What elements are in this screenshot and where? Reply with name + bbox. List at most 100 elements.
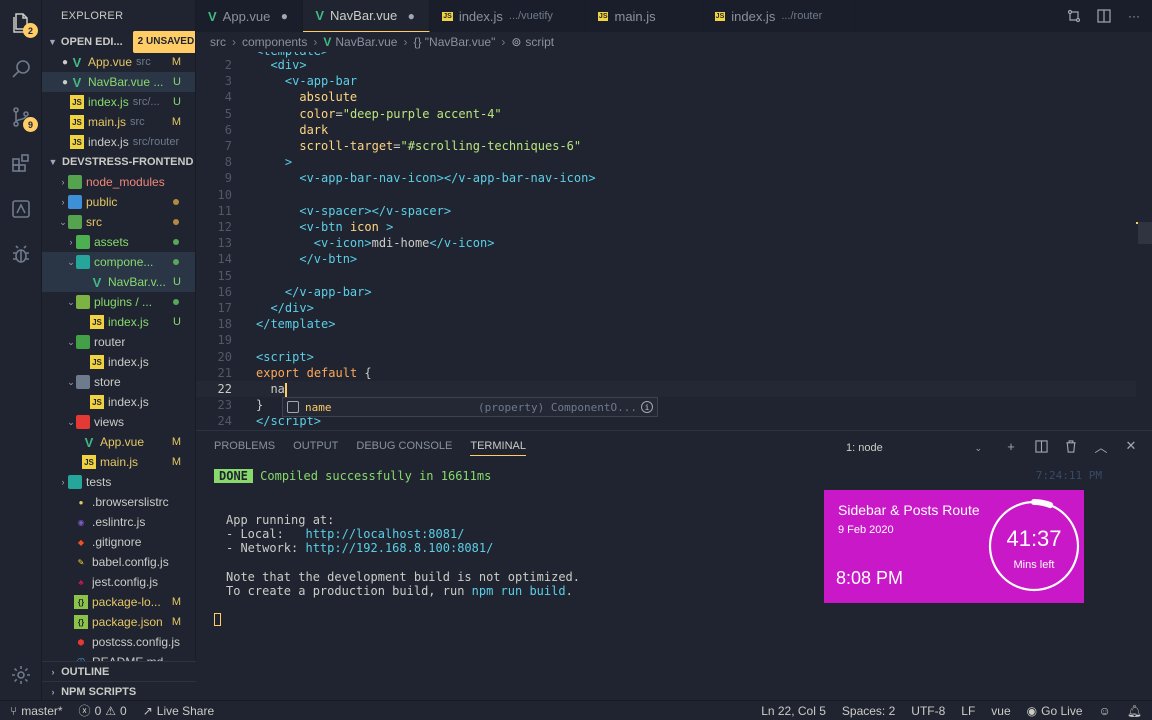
open-editor-path: src/... bbox=[132, 96, 160, 108]
tree-item[interactable]: ◆ .gitignore bbox=[42, 532, 195, 552]
npm-scripts-section[interactable]: › NPM SCRIPTS bbox=[42, 681, 196, 701]
code-editor[interactable]: <template> 2 <div>3 <v-app-bar4 absolute… bbox=[196, 52, 1152, 430]
notifications-bell-icon[interactable]: 🔔︎ bbox=[1119, 704, 1152, 718]
open-editor-item[interactable]: JS index.js src/router bbox=[42, 132, 195, 152]
new-terminal-icon[interactable]: + bbox=[1004, 439, 1018, 454]
scrollbar-thumb[interactable] bbox=[1138, 222, 1152, 244]
branch-status[interactable]: ⑂ master* bbox=[0, 704, 71, 718]
feedback-icon[interactable]: ☺ bbox=[1091, 704, 1119, 718]
tab-problems[interactable]: PROBLEMS bbox=[214, 440, 275, 456]
remote-explorer-icon[interactable] bbox=[8, 196, 34, 222]
tab-label: index.js bbox=[731, 8, 776, 24]
tab-debug-console[interactable]: DEBUG CONSOLE bbox=[356, 440, 452, 456]
extensions-icon[interactable] bbox=[8, 150, 34, 176]
unsaved-dot-icon[interactable]: ● bbox=[276, 9, 292, 23]
more-actions-icon[interactable]: ··· bbox=[1126, 8, 1142, 24]
tree-item-name: package.json bbox=[92, 615, 163, 629]
tab-app-vue[interactable]: V App.vue ● bbox=[196, 0, 304, 32]
open-editor-item[interactable]: JS main.js src M bbox=[42, 112, 195, 132]
info-icon[interactable]: i bbox=[641, 401, 653, 413]
tree-item[interactable]: › assets bbox=[42, 232, 195, 252]
tree-item[interactable]: V App.vue M bbox=[42, 432, 195, 452]
debug-icon[interactable] bbox=[8, 242, 34, 268]
folder-icon bbox=[68, 475, 82, 489]
tree-item[interactable]: ◉ .eslintrc.js bbox=[42, 512, 195, 532]
breadcrumb: src › components › V NavBar.vue › {} "NavBar.vu… bbox=[196, 32, 1152, 52]
tree-item[interactable]: ⌄ plugins / ... bbox=[42, 292, 195, 312]
project-header[interactable]: ▼ DEVSTRESS-FRONTEND bbox=[42, 152, 195, 172]
breadcrumb-item[interactable]: src bbox=[210, 35, 226, 49]
tab-terminal[interactable]: TERMINAL bbox=[470, 440, 526, 456]
autocomplete-suggestion[interactable]: name (property) ComponentO... i bbox=[282, 397, 658, 417]
line-ending[interactable]: LF bbox=[953, 704, 983, 718]
split-editor-icon[interactable] bbox=[1096, 8, 1112, 24]
tab-main-js[interactable]: JS main.js bbox=[586, 0, 703, 32]
tree-item[interactable]: V NavBar.v... U bbox=[42, 272, 195, 292]
explorer-icon[interactable]: 2 bbox=[8, 10, 38, 38]
tab-navbar-vue[interactable]: V NavBar.vue ● bbox=[303, 0, 431, 32]
breadcrumb-item[interactable]: NavBar.vue bbox=[335, 35, 397, 49]
tab-output[interactable]: OUTPUT bbox=[293, 440, 338, 456]
tab-index-js-router[interactable]: JS index.js .../router bbox=[703, 0, 856, 32]
open-editor-item[interactable]: ● V App.vue src M bbox=[42, 52, 195, 72]
open-editor-item[interactable]: JS index.js src/... U bbox=[42, 92, 195, 112]
chevron-down-icon: ⌄ bbox=[974, 442, 982, 453]
tree-item[interactable]: {} package-lo... M bbox=[42, 592, 195, 612]
maximize-panel-icon[interactable]: ︿ bbox=[1094, 439, 1108, 455]
network-url-link[interactable]: http://192.168.8.100:8081/ bbox=[305, 541, 493, 555]
terminal-select[interactable]: 1: node ⌄ bbox=[842, 439, 986, 457]
breadcrumb-item[interactable]: {} "NavBar.vue" bbox=[413, 35, 495, 49]
tree-item-name: src bbox=[86, 215, 102, 229]
close-panel-icon[interactable]: ✕ bbox=[1124, 438, 1138, 453]
tree-item[interactable]: JS main.js M bbox=[42, 452, 195, 472]
tree-item[interactable]: {} package.json M bbox=[42, 612, 195, 632]
outline-section[interactable]: › OUTLINE bbox=[42, 661, 196, 681]
live-share-status[interactable]: ↗ Live Share bbox=[135, 704, 222, 718]
tree-item[interactable]: JS index.js bbox=[42, 352, 195, 372]
trash-icon[interactable] bbox=[1064, 439, 1078, 453]
tree-item[interactable]: ⌄ router bbox=[42, 332, 195, 352]
tree-item[interactable]: ⌄ store bbox=[42, 372, 195, 392]
tree-item[interactable]: JS index.js U bbox=[42, 312, 195, 332]
tree-item[interactable]: ● .browserslistrc bbox=[42, 492, 195, 512]
open-editors-header[interactable]: ▼ OPEN EDI... 2 UNSAVED bbox=[42, 31, 195, 53]
local-url-link[interactable]: http://localhost:8081/ bbox=[305, 527, 464, 541]
tree-item[interactable]: ✎ babel.config.js bbox=[42, 552, 195, 572]
tree-item-name: postcss.config.js bbox=[92, 635, 181, 649]
source-control-icon[interactable]: 9 bbox=[8, 104, 38, 132]
unsaved-dot-icon: ● bbox=[61, 76, 69, 88]
tree-item[interactable]: ⌄ compone... bbox=[42, 252, 195, 272]
tree-item[interactable]: ♣ jest.config.js bbox=[42, 572, 195, 592]
code-line: 19 bbox=[196, 332, 1136, 348]
open-editor-name: App.vue bbox=[88, 55, 133, 69]
encoding[interactable]: UTF-8 bbox=[903, 704, 953, 718]
unsaved-dot-icon[interactable]: ● bbox=[403, 9, 419, 23]
cursor-position[interactable]: Ln 22, Col 5 bbox=[753, 704, 834, 718]
tree-item[interactable]: ⌄ views bbox=[42, 412, 195, 432]
breadcrumb-item[interactable]: script bbox=[525, 35, 554, 49]
tree-item[interactable]: › node_modules bbox=[42, 172, 195, 192]
problems-status[interactable]: ⓧ 0 ⚠ 0 bbox=[71, 702, 135, 719]
tree-item[interactable]: › tests bbox=[42, 472, 195, 492]
compare-icon[interactable] bbox=[1066, 8, 1082, 24]
search-icon[interactable] bbox=[8, 56, 34, 82]
tree-item-name: assets bbox=[94, 235, 129, 249]
open-editor-item[interactable]: ● V NavBar.vue ... U bbox=[42, 72, 195, 92]
tree-item[interactable]: ⬢ postcss.config.js bbox=[42, 632, 195, 652]
indentation[interactable]: Spaces: 2 bbox=[834, 704, 903, 718]
note-suffix: . bbox=[565, 584, 573, 598]
editor-actions: ··· bbox=[1066, 8, 1142, 24]
settings-gear-icon[interactable] bbox=[8, 662, 34, 688]
tree-item[interactable]: › public bbox=[42, 192, 195, 212]
breadcrumb-item[interactable]: components bbox=[242, 35, 307, 49]
explorer-badge: 2 bbox=[23, 23, 38, 38]
tab-index-js-vuetify[interactable]: JS index.js .../vuetify bbox=[430, 0, 586, 32]
tree-item[interactable]: JS index.js bbox=[42, 392, 195, 412]
focus-timer-widget[interactable]: Sidebar & Posts Route 9 Feb 2020 8:08 PM… bbox=[824, 490, 1084, 603]
language-mode[interactable]: vue bbox=[983, 704, 1018, 718]
chevron-down-icon: ⌄ bbox=[67, 256, 75, 267]
go-live-status[interactable]: ◉ Go Live bbox=[1019, 704, 1091, 718]
tree-item[interactable]: ⌄ src bbox=[42, 212, 195, 232]
vue-icon: V bbox=[315, 8, 325, 23]
split-terminal-icon[interactable] bbox=[1034, 439, 1048, 453]
